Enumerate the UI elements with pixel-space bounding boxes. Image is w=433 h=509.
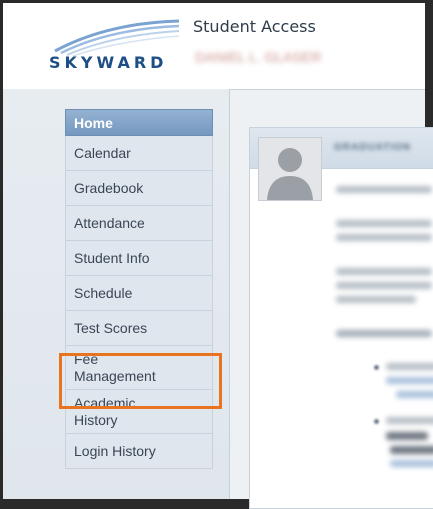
blurred-link[interactable] [390,460,433,467]
nav-item-home[interactable]: Home [65,109,213,136]
blurred-text [386,432,428,440]
blurred-text [386,417,433,424]
blurred-text [336,220,432,227]
blurred-text [386,363,433,370]
blurred-text [390,446,433,454]
app-window: SKYWARD Student Access DANIEL L. GLASER … [0,0,433,509]
user-silhouette-icon [267,148,313,200]
nav-item-login-history[interactable]: Login History [65,434,213,469]
blurred-text [336,296,416,303]
main-nav: Home Calendar Gradebook Attendance Stude… [65,109,215,469]
avatar [258,137,322,201]
blurred-text [336,330,432,337]
nav-item-gradebook[interactable]: Gradebook [65,171,213,206]
nav-item-fee-management[interactable]: Fee Management [65,346,213,390]
bullet [374,419,379,424]
nav-item-schedule[interactable]: Schedule [65,276,213,311]
main-content: GRADUATION [249,127,433,509]
blurred-link[interactable] [386,377,433,384]
card-title: GRADUATION [334,142,412,153]
header: SKYWARD Student Access DANIEL L. GLASER [3,3,425,90]
nav-item-student-info[interactable]: Student Info [65,241,213,276]
nav-item-academic-history[interactable]: Academic History [65,390,213,434]
nav-item-calendar[interactable]: Calendar [65,136,213,171]
blurred-text [336,186,432,193]
nav-item-test-scores[interactable]: Test Scores [65,311,213,346]
blurred-link[interactable] [396,391,433,398]
blurred-text [336,234,432,241]
user-name: DANIEL L. GLASER [195,49,322,65]
logo-swoosh-icon [54,19,180,57]
bullet [374,365,379,370]
blurred-text [336,282,432,289]
blurred-text [336,268,432,275]
app-title: Student Access [193,17,316,36]
nav-item-attendance[interactable]: Attendance [65,206,213,241]
skyward-logo[interactable]: SKYWARD [47,17,187,77]
brand-name: SKYWARD [49,53,168,72]
